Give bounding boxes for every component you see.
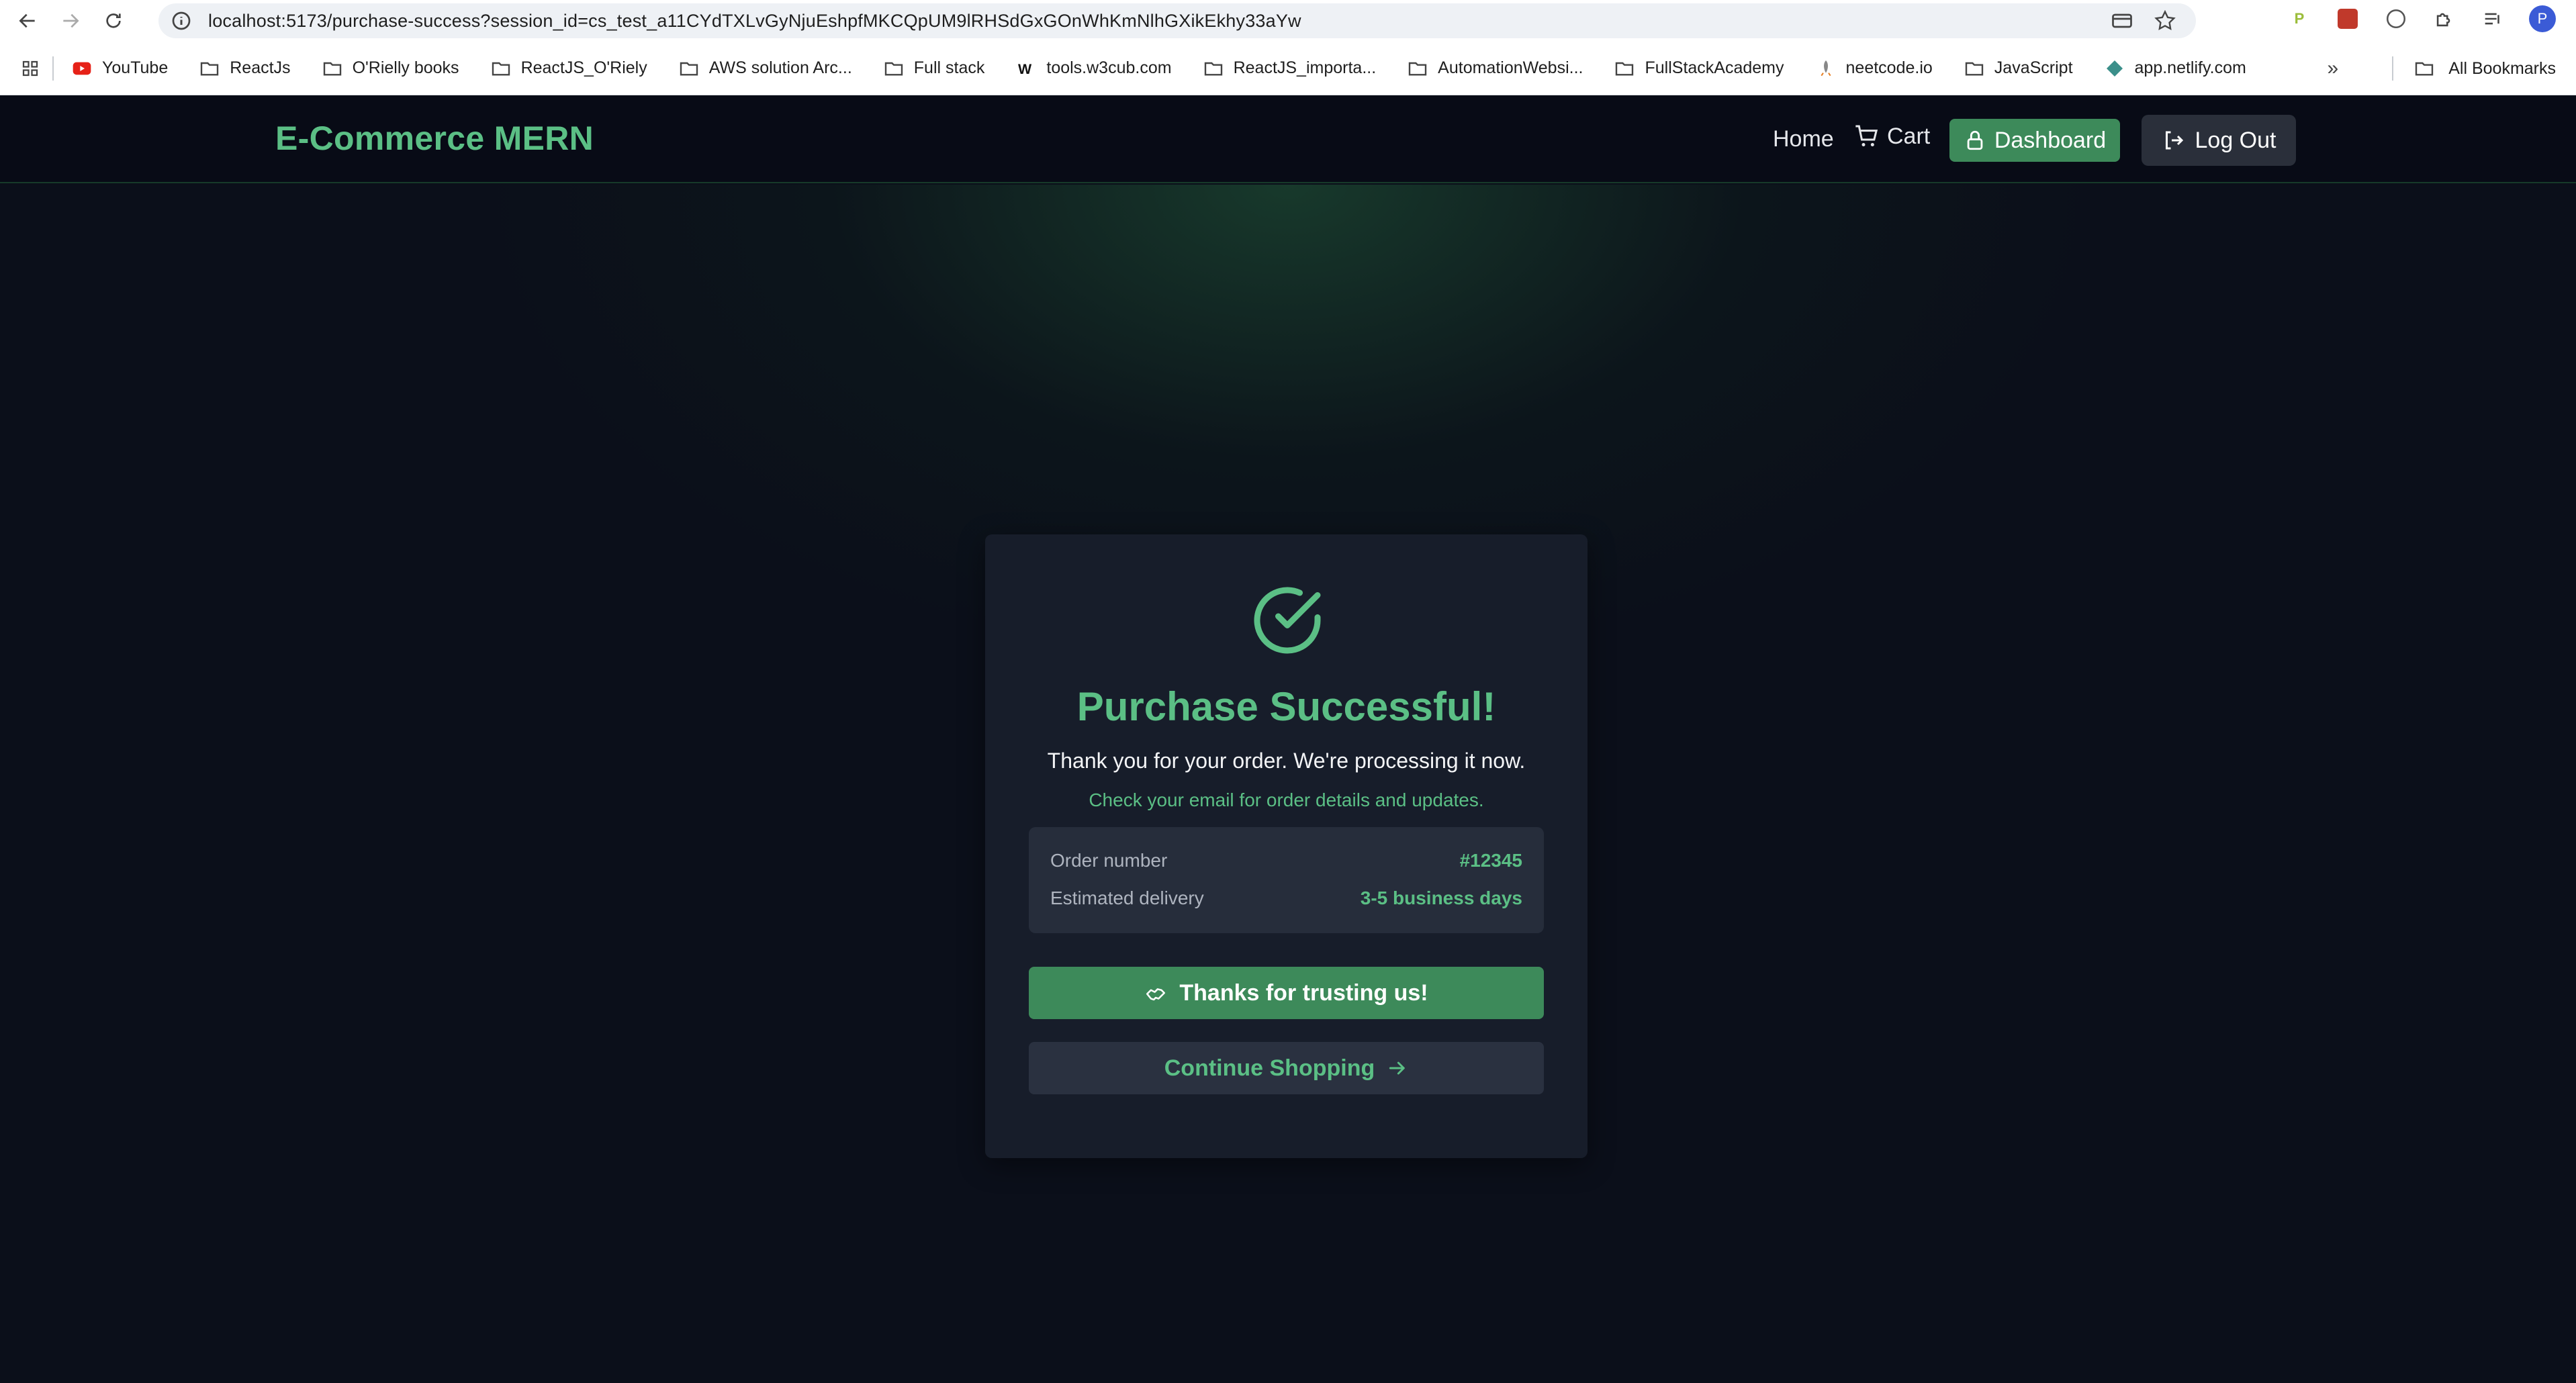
bookmark-item[interactable]: neetcode.io [1815,58,1933,79]
logout-label: Log Out [2195,127,2276,153]
media-controls-icon[interactable] [2481,7,2505,31]
reload-icon [106,13,121,28]
bookmark-label: ReactJS_importa... [1233,58,1377,77]
nav-home-link[interactable]: Home [1773,126,1834,152]
bookmark-label: neetcode.io [1845,58,1933,77]
bookmark-item[interactable]: Wtools.w3cub.com [1015,58,1171,79]
bookmark-item[interactable]: O'Rielly books [322,58,459,79]
bookmark-label: Full stack [913,58,985,77]
order-number-label: Order number [1050,850,1168,871]
dashboard-label: Dashboard [1994,127,2107,153]
bookmark-item[interactable]: ReactJs [199,58,291,79]
folder-icon [1964,58,1985,79]
bookmark-item[interactable]: app.netlify.com [2104,58,2246,79]
folder-icon [199,58,220,79]
back-button[interactable] [12,5,43,36]
bookmark-label: AutomationWebsi... [1438,58,1583,77]
bookmark-label: ReactJs [230,58,291,77]
thanks-label: Thanks for trusting us! [1179,980,1428,1006]
folder-icon [883,58,905,79]
extensions-puzzle-icon[interactable] [2432,7,2456,31]
folder-icon [322,58,343,79]
bookmark-item[interactable]: Full stack [883,58,985,79]
back-arrow-icon [19,13,35,28]
svg-text:W: W [1018,61,1032,77]
success-subtitle: Thank you for your order. We're processi… [1047,749,1526,773]
order-details-box: Order number #12345 Estimated delivery 3… [1029,827,1544,933]
handshake-icon [1146,988,1166,1001]
bookmark-label: JavaScript [1994,58,2073,77]
extension-circle-icon[interactable] [2384,7,2408,31]
bookmark-label: app.netlify.com [2134,58,2246,77]
bookmark-item[interactable]: FullStackAcademy [1614,58,1784,79]
folder-icon [1407,58,1428,79]
bookmark-star-icon[interactable] [2153,9,2177,33]
w3cub-icon: W [1015,58,1037,79]
continue-label: Continue Shopping [1164,1055,1375,1081]
bookmark-label: FullStackAcademy [1645,58,1784,77]
continue-shopping-button[interactable]: Continue Shopping [1029,1042,1544,1094]
bookmarks-bar: YouTube ReactJs O'Rielly books ReactJS_O'Ri… [0,42,2576,95]
bookmarks-separator [2392,56,2394,81]
forward-arrow-icon [63,13,79,28]
purchase-success-card: Purchase Successful! Thank you for your … [985,534,1588,1158]
bookmark-item[interactable]: ReactJS_importa... [1203,58,1377,79]
order-number-row: Order number #12345 [1050,850,1522,871]
thanks-button[interactable]: Thanks for trusting us! [1029,967,1544,1019]
more-bookmarks-icon[interactable]: » [2328,57,2339,80]
address-bar[interactable]: localhost:5173/purchase-success?session_… [158,3,2196,38]
bookmark-label: O'Rielly books [352,58,459,77]
netlify-icon [2104,58,2125,79]
delivery-row: Estimated delivery 3-5 business days [1050,888,1522,909]
logout-button[interactable]: Log Out [2142,115,2296,166]
bookmark-item[interactable]: AutomationWebsi... [1407,58,1583,79]
site-info-icon[interactable] [169,9,193,33]
card-icon[interactable] [2110,9,2134,33]
folder-icon [1203,58,1224,79]
success-title: Purchase Successful! [1076,684,1496,729]
browser-toolbar: localhost:5173/purchase-success?session_… [0,0,2576,42]
nav-cart-link[interactable]: Cart [1853,123,1930,150]
brand-logo[interactable]: E-Commerce MERN [275,119,594,158]
extension-p-icon[interactable]: P [2287,7,2311,31]
cart-label: Cart [1887,123,1931,149]
delivery-label: Estimated delivery [1050,888,1204,908]
bookmark-label: ReactJS_O'Riely [520,58,647,77]
all-bookmarks-link[interactable]: All Bookmarks [2448,59,2556,79]
app-navbar: E-Commerce MERN Home Cart Dashboard Log … [0,96,2576,183]
arrow-right-icon [1389,1061,1406,1075]
reload-button[interactable] [98,5,129,36]
logout-icon [2165,131,2183,150]
bookmark-item[interactable]: JavaScript [1964,58,2073,79]
bookmark-item[interactable]: ReactJS_O'Riely [490,58,647,79]
bookmark-label: tools.w3cub.com [1046,58,1172,77]
bookmark-item[interactable]: AWS solution Arc... [678,58,852,79]
url-text[interactable]: localhost:5173/purchase-success?session_… [208,11,1301,32]
folder-icon [1614,58,1635,79]
delivery-value: 3-5 business days [1360,888,1522,908]
bookmark-label: AWS solution Arc... [708,58,852,77]
email-note: Check your email for order details and u… [1089,790,1484,810]
order-number-value: #12345 [1459,850,1522,871]
page-content: Purchase Successful! Thank you for your … [0,185,2576,1383]
check-circle-icon [1254,587,1321,654]
bookmarks-separator [52,56,54,81]
bookmark-item[interactable]: YouTube [71,58,168,79]
dashboard-button[interactable]: Dashboard [1949,119,2120,162]
cart-icon [1855,125,1878,146]
folder-icon [2416,62,2434,76]
folder-icon [678,58,700,79]
profile-avatar[interactable]: P [2529,5,2556,32]
apps-grid-icon[interactable] [20,58,40,79]
folder-icon [490,58,512,79]
forward-button[interactable] [55,5,86,36]
youtube-icon [71,58,93,79]
extension-red-icon[interactable] [2336,7,2360,31]
bookmark-label: YouTube [102,58,169,77]
neetcode-icon [1815,58,1837,79]
lock-icon [1967,130,1983,150]
